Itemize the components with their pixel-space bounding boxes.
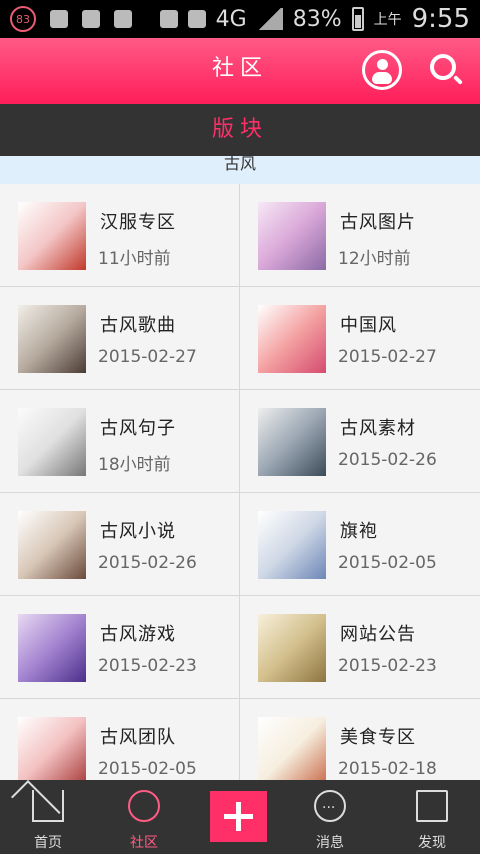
nav-messages[interactable]: 消息 (282, 780, 378, 854)
discover-icon (416, 790, 448, 822)
notification-badge: 83 (10, 6, 36, 32)
board-name: 古风歌曲 (100, 315, 176, 336)
bottom-navigation: 首页 社区 消息 发现 (0, 780, 480, 854)
category-title: 古风 (223, 154, 256, 173)
chat-icon (128, 790, 160, 822)
nav-discover[interactable]: 发现 (384, 780, 480, 854)
face-icon (114, 10, 132, 28)
board-thumbnail (18, 717, 86, 780)
nav-community-label: 社区 (130, 835, 158, 851)
board-date: 2015-02-27 (98, 347, 197, 367)
board-tile[interactable]: 古风歌曲 2015-02-27 (0, 287, 240, 390)
board-thumbnail (258, 202, 326, 270)
board-date: 2015-02-05 (338, 553, 437, 573)
board-date: 2015-02-26 (98, 553, 197, 573)
board-tile[interactable]: 古风句子 18小时前 (0, 390, 240, 493)
search-icon (430, 54, 456, 80)
board-thumbnail (258, 511, 326, 579)
battery-percent: 83% (292, 6, 342, 32)
board-tile[interactable]: 网站公告 2015-02-23 (240, 596, 480, 699)
home-icon (32, 790, 64, 822)
battery-icon (351, 7, 364, 31)
user-icon (377, 59, 388, 70)
page-title: 社区 (211, 56, 268, 81)
category-subheader: 古风 (0, 156, 480, 184)
board-tile[interactable]: 古风游戏 2015-02-23 (0, 596, 240, 699)
status-bar: 83 4G 83% 上午 9:55 (0, 0, 480, 38)
clock: 9:55 (411, 4, 470, 34)
board-name: 美食专区 (340, 727, 416, 748)
board-name: 古风句子 (100, 418, 176, 439)
board-tile[interactable]: 汉服专区 11小时前 (0, 184, 240, 287)
board-tile[interactable]: 美食专区 2015-02-18 (240, 699, 480, 780)
mute-icon (159, 10, 178, 28)
board-name: 古风素材 (340, 418, 416, 439)
nav-messages-label: 消息 (316, 835, 344, 851)
board-name: 古风团队 (100, 727, 176, 748)
user-profile-button[interactable] (362, 50, 402, 90)
nav-home[interactable]: 首页 (0, 780, 96, 854)
app-header: 社区 (0, 38, 480, 104)
board-thumbnail (258, 408, 326, 476)
board-thumbnail (258, 305, 326, 373)
board-thumbnail (18, 614, 86, 682)
board-name: 古风图片 (340, 212, 416, 233)
board-name: 中国风 (340, 315, 397, 336)
board-thumbnail (258, 717, 326, 780)
time-prefix: 上午 (373, 12, 402, 28)
board-date: 2015-02-27 (338, 347, 437, 367)
signal-icon (256, 8, 283, 30)
board-thumbnail (18, 511, 86, 579)
scissors-icon (82, 10, 100, 28)
nav-home-label: 首页 (34, 835, 62, 851)
board-tile[interactable]: 古风素材 2015-02-26 (240, 390, 480, 493)
board-date: 2015-02-18 (338, 759, 437, 779)
board-date: 11小时前 (98, 249, 171, 269)
board-date: 2015-02-26 (338, 450, 437, 470)
board-thumbnail (18, 202, 86, 270)
board-date: 2015-02-05 (98, 759, 197, 779)
board-tile[interactable]: 中国风 2015-02-27 (240, 287, 480, 390)
new-post-button[interactable] (210, 791, 267, 842)
board-name: 旗袍 (340, 521, 378, 542)
network-type: 4G (215, 6, 247, 32)
wifi-icon (187, 10, 206, 28)
board-date: 18小时前 (98, 455, 171, 475)
board-tile[interactable]: 旗袍 2015-02-05 (240, 493, 480, 596)
section-title: 版块 (211, 117, 268, 142)
board-grid: 汉服专区 11小时前 古风图片 12小时前 古风歌曲 2015-02-27 中国… (0, 184, 480, 780)
board-tile[interactable]: 古风小说 2015-02-26 (0, 493, 240, 596)
board-date: 2015-02-23 (338, 656, 437, 676)
board-name: 汉服专区 (100, 212, 176, 233)
search-button[interactable] (426, 50, 466, 90)
board-date: 12小时前 (338, 249, 411, 269)
section-header: 版块 (0, 104, 480, 156)
lock-icon (50, 10, 68, 28)
board-thumbnail (18, 305, 86, 373)
board-name: 古风小说 (100, 521, 176, 542)
board-name: 古风游戏 (100, 624, 176, 645)
board-name: 网站公告 (340, 624, 416, 645)
message-icon (314, 790, 346, 822)
board-thumbnail (258, 614, 326, 682)
board-tile[interactable]: 古风图片 12小时前 (240, 184, 480, 287)
nav-community[interactable]: 社区 (96, 780, 192, 854)
board-date: 2015-02-23 (98, 656, 197, 676)
board-tile[interactable]: 古风团队 2015-02-05 (0, 699, 240, 780)
board-thumbnail (18, 408, 86, 476)
nav-discover-label: 发现 (418, 835, 446, 851)
